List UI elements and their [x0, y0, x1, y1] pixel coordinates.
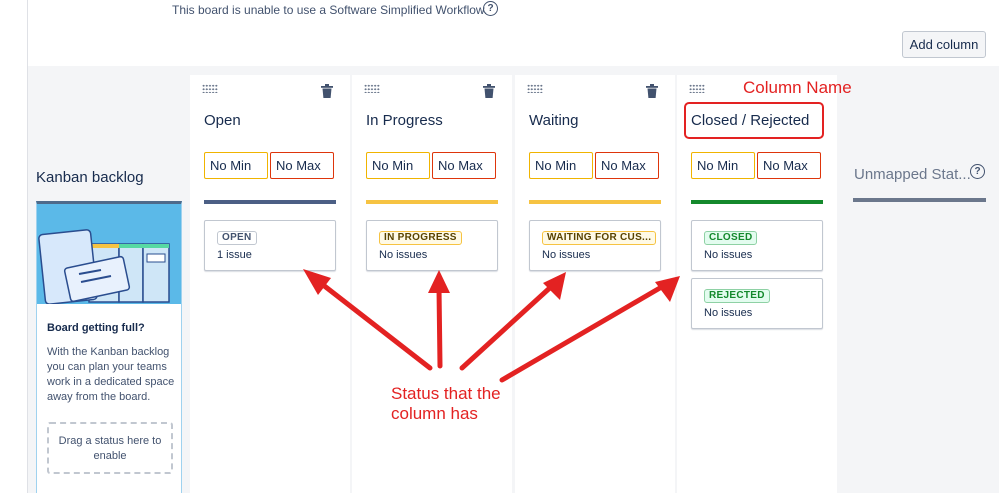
drag-handle-icon[interactable] — [202, 84, 218, 93]
status-card-waiting[interactable]: WAITING FOR CUS... No issues — [529, 220, 661, 271]
annotation-column-name: Column Name — [743, 78, 852, 97]
board-full-title: Board getting full? — [47, 322, 145, 334]
status-card-closed[interactable]: CLOSED No issues — [691, 220, 823, 271]
status-lozenge: REJECTED — [704, 289, 770, 303]
board-illustration — [37, 204, 181, 304]
status-issue-count: No issues — [379, 249, 428, 261]
column-min-input[interactable]: No Min — [366, 152, 430, 179]
trash-icon[interactable] — [321, 84, 333, 98]
column-status-bar — [366, 200, 498, 204]
status-drop-zone[interactable]: Drag a status here to enable — [47, 422, 173, 474]
board-full-text: With the Kanban backlog you can plan you… — [47, 346, 175, 403]
question-circle-icon[interactable]: ? — [483, 1, 498, 16]
column-status-bar — [204, 200, 336, 204]
trash-icon[interactable] — [646, 84, 658, 98]
status-issue-count: No issues — [704, 249, 753, 261]
unmapped-statuses-title: Unmapped Stat... — [854, 166, 971, 183]
status-issue-count: No issues — [704, 307, 753, 319]
status-lozenge: CLOSED — [704, 231, 758, 245]
column-max-input[interactable]: No Max — [757, 152, 821, 179]
drag-handle-icon[interactable] — [689, 84, 705, 93]
column-name[interactable]: In Progress — [366, 112, 443, 129]
status-issue-count: 1 issue — [217, 249, 252, 261]
unmapped-status-bar — [853, 198, 986, 202]
status-issue-count: No issues — [542, 249, 591, 261]
column-open[interactable]: Open No Min No Max OPEN 1 issue — [190, 75, 350, 493]
status-card-in-progress[interactable]: IN PROGRESS No issues — [366, 220, 498, 271]
status-card-rejected[interactable]: REJECTED No issues — [691, 278, 823, 329]
status-lozenge: WAITING FOR CUS... — [542, 231, 657, 245]
trash-icon[interactable] — [483, 84, 495, 98]
column-max-input[interactable]: No Max — [595, 152, 659, 179]
column-name[interactable]: Waiting — [529, 112, 578, 129]
kanban-backlog-title: Kanban backlog — [36, 169, 144, 186]
column-status-bar — [529, 200, 661, 204]
status-card-open[interactable]: OPEN 1 issue — [204, 220, 336, 271]
status-lozenge: IN PROGRESS — [379, 231, 462, 245]
column-name[interactable]: Open — [204, 112, 241, 129]
add-column-button[interactable]: Add column — [902, 31, 986, 58]
annotation-highlight-box — [684, 102, 824, 139]
question-circle-icon[interactable]: ? — [970, 164, 985, 179]
drag-handle-icon[interactable] — [364, 84, 380, 93]
board-settings-header: This board is unable to use a Software S… — [28, 0, 999, 66]
annotation-status-text: Status that the column has — [391, 384, 531, 424]
column-min-input[interactable]: No Min — [691, 152, 755, 179]
column-max-input[interactable]: No Max — [270, 152, 334, 179]
left-rail — [0, 0, 28, 493]
column-in-progress[interactable]: In Progress No Min No Max IN PROGRESS No… — [352, 75, 512, 493]
annotation-status-line: Status that the — [391, 384, 501, 403]
annotation-status-line: column has — [391, 404, 478, 423]
column-status-bar — [691, 200, 823, 204]
workflow-info-text: This board is unable to use a Software S… — [172, 3, 488, 17]
status-lozenge: OPEN — [217, 231, 257, 245]
column-waiting[interactable]: Waiting No Min No Max WAITING FOR CUS...… — [515, 75, 675, 493]
kanban-backlog-card: Board getting full? With the Kanban back… — [36, 201, 182, 493]
column-min-input[interactable]: No Min — [529, 152, 593, 179]
drag-handle-icon[interactable] — [527, 84, 543, 93]
column-min-input[interactable]: No Min — [204, 152, 268, 179]
column-max-input[interactable]: No Max — [432, 152, 496, 179]
